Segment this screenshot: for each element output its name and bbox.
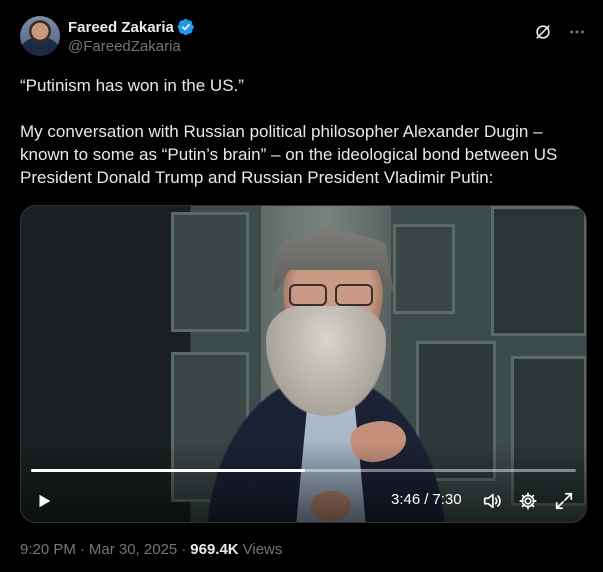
- more-icon[interactable]: [567, 22, 587, 42]
- video-progress-bar[interactable]: [31, 469, 576, 472]
- video-time: 3:46 / 7:30: [391, 491, 462, 508]
- grok-icon[interactable]: [533, 22, 553, 42]
- post-meta: 9:20 PM · Mar 30, 2025 · 969.4K Views: [20, 541, 282, 558]
- meta-separator: ·: [79, 541, 85, 558]
- fullscreen-button[interactable]: [553, 490, 575, 512]
- post-text: “Putinism has won in the US.” My convers…: [20, 74, 585, 189]
- post-paragraph-2: My conversation with Russian political p…: [20, 122, 558, 187]
- post-date[interactable]: Mar 30, 2025: [89, 541, 177, 558]
- play-icon: [39, 494, 51, 508]
- header-actions: [533, 22, 587, 42]
- meta-separator-2: ·: [181, 541, 187, 558]
- fullscreen-icon: [555, 492, 573, 510]
- post-time[interactable]: 9:20 PM: [20, 541, 76, 558]
- volume-icon: [483, 493, 501, 509]
- time-separator: /: [424, 491, 429, 508]
- video-progress-fill: [31, 469, 305, 472]
- views-count: 969.4K: [190, 541, 239, 558]
- author-names: Fareed Zakaria @FareedZakaria: [68, 16, 195, 55]
- name-row: Fareed Zakaria: [68, 17, 195, 37]
- verified-badge-icon[interactable]: [177, 18, 195, 36]
- video-player[interactable]: 3:46 / 7:30: [20, 205, 587, 523]
- volume-button[interactable]: [481, 490, 503, 512]
- current-time: 3:46: [391, 491, 421, 508]
- post: Fareed Zakaria @FareedZakaria “Putinism …: [0, 0, 603, 572]
- avatar[interactable]: [20, 16, 60, 56]
- views-label: Views: [242, 541, 283, 558]
- gear-icon: [519, 492, 537, 510]
- post-header: Fareed Zakaria @FareedZakaria: [20, 16, 587, 60]
- handle[interactable]: @FareedZakaria: [68, 38, 195, 55]
- duration: 7:30: [432, 491, 462, 508]
- display-name[interactable]: Fareed Zakaria: [68, 19, 174, 36]
- play-button[interactable]: [33, 490, 55, 512]
- post-paragraph-1: “Putinism has won in the US.”: [20, 76, 244, 95]
- settings-button[interactable]: [517, 490, 539, 512]
